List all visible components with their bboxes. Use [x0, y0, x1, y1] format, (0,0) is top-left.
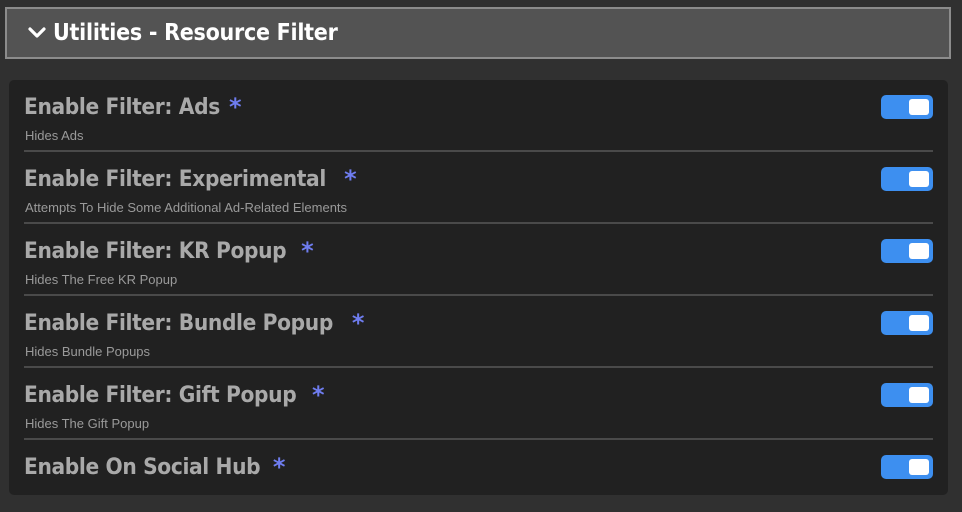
setting-row-gift-popup: Enable Filter: Gift Popup * Hides The Gi…: [24, 368, 933, 440]
setting-title: Enable Filter: Gift Popup *: [24, 380, 325, 409]
toggle-knob: [909, 315, 929, 331]
setting-title: Enable Filter: Bundle Popup *: [24, 308, 365, 337]
toggle-knob: [909, 459, 929, 475]
setting-label: Enable Filter: KR Popup: [24, 239, 287, 264]
setting-label: Enable On Social Hub: [24, 455, 261, 480]
setting-title: Enable Filter: Experimental *: [24, 164, 357, 193]
setting-row-bundle-popup: Enable Filter: Bundle Popup * Hides Bund…: [24, 296, 933, 368]
section-header[interactable]: Utilities - Resource Filter: [5, 7, 951, 59]
setting-description: Attempts To Hide Some Additional Ad-Rela…: [25, 200, 348, 215]
asterisk-marker: *: [312, 381, 325, 409]
toggle-filter-experimental[interactable]: [881, 167, 933, 191]
chevron-down-icon[interactable]: [27, 23, 47, 43]
setting-description: Hides The Free KR Popup: [25, 272, 178, 287]
toggle-knob: [909, 387, 929, 403]
toggle-filter-kr-popup[interactable]: [881, 239, 933, 263]
toggle-filter-gift-popup[interactable]: [881, 383, 933, 407]
toggle-knob: [909, 171, 929, 187]
setting-title: Enable Filter: KR Popup *: [24, 236, 314, 265]
settings-panel: Enable Filter: Ads * Hides Ads Enable Fi…: [9, 80, 948, 495]
asterisk-marker: *: [301, 237, 314, 265]
setting-label: Enable Filter: Gift Popup: [24, 383, 297, 408]
setting-row-ads: Enable Filter: Ads * Hides Ads: [24, 80, 933, 152]
toggle-knob: [909, 99, 929, 115]
asterisk-marker: *: [344, 165, 357, 193]
asterisk-marker: *: [351, 309, 365, 337]
setting-label: Enable Filter: Experimental: [24, 167, 326, 192]
setting-row-social-hub: Enable On Social Hub *: [24, 440, 933, 512]
section-title: Utilities - Resource Filter: [53, 20, 338, 46]
setting-description: Hides Ads: [25, 128, 84, 143]
setting-description: Hides The Gift Popup: [25, 416, 150, 431]
setting-row-kr-popup: Enable Filter: KR Popup * Hides The Free…: [24, 224, 933, 296]
toggle-filter-ads[interactable]: [881, 95, 933, 119]
setting-title: Enable Filter: Ads *: [24, 92, 242, 121]
setting-description: Hides Bundle Popups: [25, 344, 151, 359]
setting-title: Enable On Social Hub *: [24, 452, 286, 481]
toggle-filter-bundle-popup[interactable]: [881, 311, 933, 335]
asterisk-marker: *: [272, 453, 286, 481]
setting-label: Enable Filter: Bundle Popup: [24, 311, 333, 336]
toggle-social-hub[interactable]: [881, 455, 933, 479]
toggle-knob: [909, 243, 929, 259]
setting-label: Enable Filter: Ads: [24, 95, 220, 120]
asterisk-marker: *: [228, 93, 242, 121]
setting-row-experimental: Enable Filter: Experimental * Attempts T…: [24, 152, 933, 224]
